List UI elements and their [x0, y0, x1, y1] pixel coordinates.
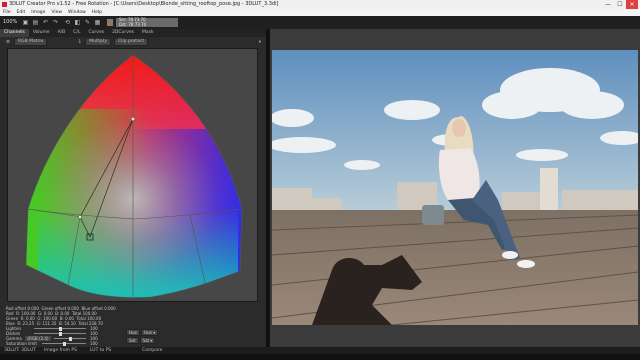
save-icon[interactable]: ▤ [32, 19, 39, 26]
maximize-button[interactable]: ☐ [614, 0, 626, 9]
options-row: ⚙ RGB Matrix 1 Multiply Clip protect ▾ [0, 38, 266, 46]
green-handle[interactable] [77, 214, 83, 220]
color-gamut-svg[interactable] [8, 49, 258, 302]
window-title: 3DLUT Creator Pro v1.52 - Free Rotation … [9, 1, 279, 7]
menu-image[interactable]: Image [28, 9, 48, 16]
lighten-slider-knob[interactable] [58, 326, 62, 331]
hue-button[interactable]: Hue [126, 329, 141, 336]
close-button[interactable]: ✕ [626, 0, 638, 9]
satlimit-label: Saturation limit [6, 341, 37, 346]
channel-mixer-plot[interactable] [7, 48, 258, 302]
channel-value[interactable]: 1 [78, 40, 81, 45]
tab-mask[interactable]: Mask [138, 29, 158, 37]
menu-bar: File Edit Image View Window Help [0, 9, 640, 16]
menu-edit[interactable]: Edit [14, 9, 29, 16]
open-icon[interactable]: ▣ [22, 19, 29, 26]
status-bar: 3DLUT: 3DLUT Image from PS LUT to PS Com… [0, 347, 640, 354]
color-readout: Src: 78 73 70 Dst: 78 73 70 [116, 17, 178, 27]
menu-help[interactable]: Help [89, 9, 105, 16]
grid-icon[interactable]: ▦ [94, 19, 101, 26]
color-swatch [106, 18, 114, 27]
preview-photo[interactable] [272, 50, 638, 325]
satlimit-value: 100 [90, 341, 98, 346]
status-image-from-ps[interactable]: Image from PS [44, 348, 77, 353]
left-panel: Channels Volume A/B C/L Curves 2DCurves … [0, 29, 266, 350]
darken-slider-knob[interactable] [58, 331, 62, 336]
redo-icon[interactable]: ↷ [52, 19, 59, 26]
app-icon [2, 2, 7, 7]
readout-dst: Dst: 78 73 70 [119, 21, 147, 27]
blue-offset-value[interactable]: 0.000 [104, 306, 115, 311]
tab-curves[interactable]: Curves [84, 29, 108, 37]
saturate-slider[interactable] [54, 336, 86, 341]
toolbar: 100% ▣ ▤ ↶ ↷ ⟲ ◧ ✎ ▦ Src: 78 73 70 Dst: … [0, 16, 640, 29]
sat-dropdown[interactable]: Sat ▾ [139, 337, 156, 344]
tab-ab[interactable]: A/B [54, 29, 70, 37]
status-lut-to-ps[interactable]: LUT to PS [90, 348, 111, 353]
menu-file[interactable]: File [0, 9, 14, 16]
lighten-slider[interactable] [34, 326, 86, 331]
photo-svg [272, 50, 638, 325]
reset-icon[interactable]: ⟲ [64, 19, 71, 26]
settings-icon[interactable]: ⚙ [6, 40, 10, 45]
darken-slider[interactable] [34, 331, 86, 336]
tab-cl[interactable]: C/L [69, 29, 84, 37]
satlimit-slider-knob[interactable] [62, 341, 66, 346]
tab-channels[interactable]: Channels [0, 29, 29, 37]
bottom-strip [0, 354, 640, 360]
zoom-level[interactable]: 100% [3, 19, 17, 25]
minimize-button[interactable]: — [602, 0, 614, 9]
satlimit-slider[interactable] [42, 341, 86, 346]
undo-icon[interactable]: ↶ [42, 19, 49, 26]
picker-icon[interactable]: ✎ [84, 19, 91, 26]
image-viewer[interactable] [270, 29, 640, 347]
saturate-slider-knob[interactable] [68, 336, 72, 341]
tab-2dcurves[interactable]: 2DCurves [108, 29, 138, 37]
tab-volume[interactable]: Volume [29, 29, 54, 37]
status-lut[interactable]: 3DLUT: 3DLUT [4, 348, 36, 353]
slider-satlimit-row: Saturation limit 100 [6, 341, 138, 346]
clip-select[interactable]: Clip protect [114, 38, 149, 46]
red-handle[interactable] [130, 116, 136, 122]
compare-button[interactable]: Compare [142, 348, 162, 353]
tab-bar: Channels Volume A/B C/L Curves 2DCurves … [0, 29, 266, 37]
readout-panel: Red offset 0.000 Green offset 0.000 Blue… [6, 306, 138, 346]
window-controls: — ☐ ✕ [602, 0, 638, 9]
sat-button[interactable]: Sat [126, 337, 139, 344]
menu-window[interactable]: Window [65, 9, 89, 16]
blend-select[interactable]: Multiply [85, 38, 112, 46]
hue-sat-buttons: Hue Hue ▾ Sat Sat ▾ [126, 329, 159, 345]
mode-select[interactable]: RGB Matrix [14, 38, 48, 46]
menu-view[interactable]: View [48, 9, 65, 16]
panel-menu-icon[interactable]: ▾ [259, 40, 261, 45]
title-bar: 3DLUT Creator Pro v1.52 - Free Rotation … [0, 0, 640, 9]
compare-icon[interactable]: ◧ [74, 19, 81, 26]
hue-dropdown[interactable]: Hue ▾ [141, 329, 159, 336]
